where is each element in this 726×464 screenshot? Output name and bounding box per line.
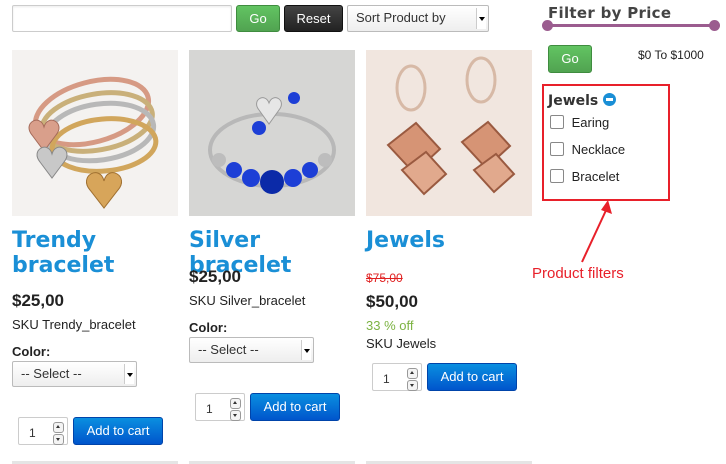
price-range-text: $0 To $1000: [638, 48, 704, 62]
product-image-jewels[interactable]: [366, 50, 532, 216]
annotation-arrow: [581, 200, 612, 263]
product-image-silver-bracelet[interactable]: [189, 50, 355, 216]
filter-option-label: Necklace: [571, 142, 626, 157]
product-title-line[interactable]: Trendy: [12, 228, 178, 253]
product-sku: SKU Jewels: [366, 336, 437, 351]
quantity-stepper[interactable]: 1: [18, 417, 68, 445]
product-price: $25,00: [189, 267, 241, 286]
decrement-icon[interactable]: [230, 410, 241, 421]
product-title-line[interactable]: bracelet: [12, 253, 178, 278]
chevron-down-icon: [124, 364, 134, 384]
product-title-trendy-bracelet[interactable]: Trendy bracelet: [12, 228, 178, 278]
product-image-trendy-bracelet[interactable]: [12, 50, 178, 216]
search-go-button[interactable]: Go: [236, 5, 280, 32]
price-slider-track: [546, 24, 716, 27]
quantity-value: 1: [383, 372, 390, 386]
add-to-cart-button[interactable]: Add to cart: [73, 417, 163, 445]
filter-option-necklace[interactable]: Necklace: [550, 142, 625, 157]
price-slider[interactable]: [542, 20, 720, 32]
chevron-down-icon: [301, 340, 311, 360]
bracelet-image: [189, 50, 355, 216]
product-price: $50,00: [366, 292, 418, 311]
checkbox[interactable]: [550, 142, 564, 156]
color-select-value: -- Select --: [198, 342, 259, 357]
color-select-value: -- Select --: [21, 366, 82, 381]
price-slider-min-handle[interactable]: [542, 20, 553, 31]
increment-icon[interactable]: [53, 422, 64, 433]
quantity-stepper[interactable]: 1: [372, 363, 422, 391]
color-select[interactable]: -- Select --: [12, 361, 137, 387]
quantity-stepper[interactable]: 1: [195, 393, 245, 421]
annotation-label: Product filters: [532, 265, 624, 282]
product-title-jewels[interactable]: Jewels: [366, 228, 532, 253]
earring-image: [366, 50, 532, 216]
collapse-icon[interactable]: [603, 93, 617, 106]
category-heading[interactable]: Jewels: [548, 93, 617, 109]
sort-select[interactable]: Sort Product by: [347, 5, 489, 32]
decrement-icon[interactable]: [53, 434, 64, 445]
quantity-value: 1: [206, 402, 213, 416]
quantity-value: 1: [29, 426, 36, 440]
checkbox[interactable]: [550, 169, 564, 183]
color-label: Color:: [189, 320, 228, 335]
decrement-icon[interactable]: [407, 380, 418, 391]
category-heading-label: Jewels: [548, 93, 599, 109]
add-to-cart-button[interactable]: Add to cart: [250, 393, 340, 421]
filter-option-label: Bracelet: [571, 169, 620, 184]
product-discount: 33 % off: [366, 318, 414, 333]
filter-option-earing[interactable]: Earing: [550, 115, 609, 130]
filter-option-bracelet[interactable]: Bracelet: [550, 169, 619, 184]
price-slider-max-handle[interactable]: [709, 20, 720, 31]
bracelet-image: [28, 76, 159, 209]
color-select[interactable]: -- Select --: [189, 337, 314, 363]
product-sku: SKU Silver_bracelet: [189, 293, 306, 308]
chevron-down-icon: [476, 8, 486, 29]
checkbox[interactable]: [550, 115, 564, 129]
product-sku: SKU Trendy_bracelet: [12, 317, 136, 332]
search-input[interactable]: [12, 5, 232, 32]
add-to-cart-button[interactable]: Add to cart: [427, 363, 517, 391]
filter-option-label: Earing: [571, 115, 610, 130]
product-old-price: $75,00: [366, 271, 403, 285]
reset-button[interactable]: Reset: [284, 5, 343, 32]
increment-icon[interactable]: [407, 368, 418, 379]
price-filter-go-button[interactable]: Go: [548, 45, 592, 73]
sort-select-value: Sort Product by: [356, 10, 446, 25]
product-price: $25,00: [12, 291, 64, 310]
color-label: Color:: [12, 344, 51, 359]
increment-icon[interactable]: [230, 398, 241, 409]
